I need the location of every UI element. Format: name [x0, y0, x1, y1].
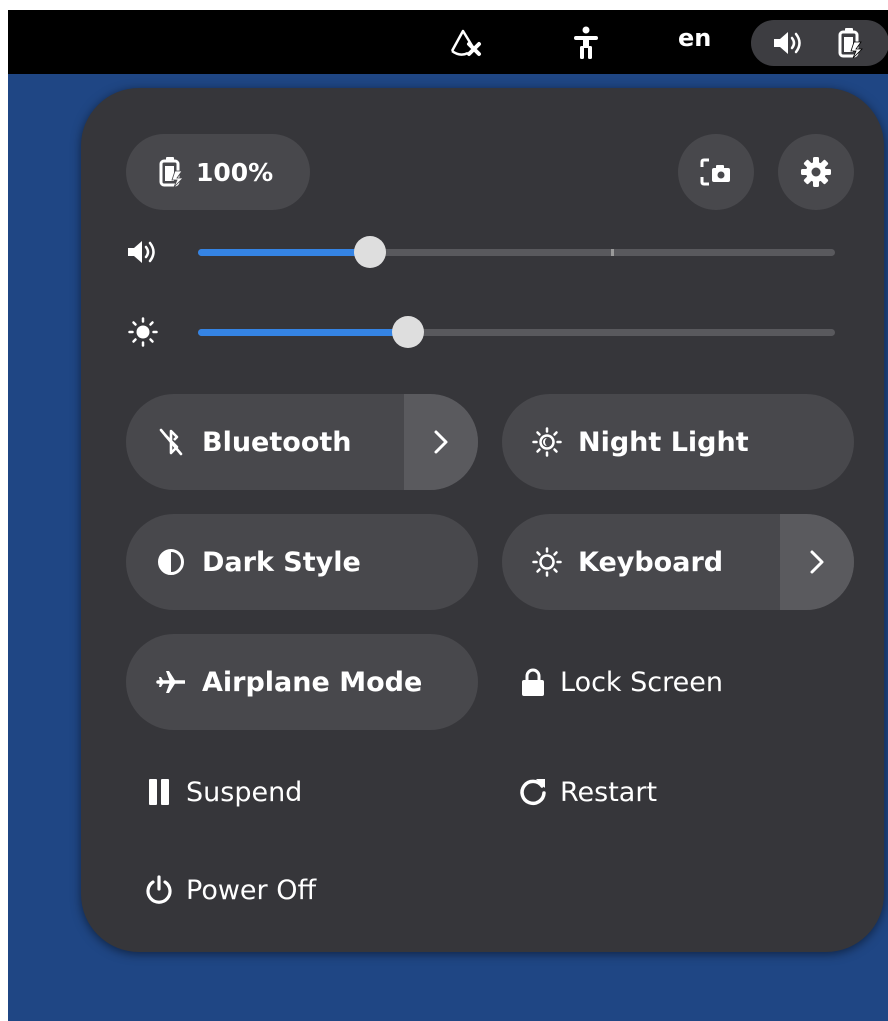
power-icon: [144, 875, 174, 905]
bluetooth-menu-button[interactable]: [404, 394, 478, 490]
chevron-right-icon: [433, 429, 449, 455]
screenshot-button[interactable]: [678, 134, 754, 210]
language-indicator[interactable]: en: [678, 24, 711, 52]
volume-slider[interactable]: [198, 236, 835, 268]
settings-icon: [800, 156, 832, 188]
night-light-toggle[interactable]: Night Light: [502, 394, 854, 490]
bluetooth-label: Bluetooth: [202, 426, 352, 458]
restart-button[interactable]: Restart: [518, 772, 657, 812]
night-light-icon: [532, 427, 562, 457]
battery-status-button[interactable]: 100%: [126, 134, 310, 210]
airplane-mode-toggle[interactable]: Airplane Mode: [126, 634, 478, 730]
keyboard-brightness-icon: [532, 547, 562, 577]
lock-screen-label: Lock Screen: [560, 666, 723, 698]
airplane-icon: [156, 667, 186, 697]
night-light-label: Night Light: [578, 426, 749, 458]
brightness-slider[interactable]: [198, 316, 835, 348]
no-network-icon[interactable]: [446, 26, 484, 60]
settings-button[interactable]: [778, 134, 854, 210]
desktop-background: en 100% Bluetooth Night Light Dark Style…: [8, 10, 888, 1021]
keyboard-label: Keyboard: [578, 546, 724, 578]
system-status-button[interactable]: [751, 20, 888, 66]
power-off-button[interactable]: Power Off: [144, 870, 316, 910]
lock-icon: [518, 667, 548, 697]
bluetooth-disabled-icon: [156, 427, 186, 457]
volume-slider-fill: [198, 249, 370, 256]
accessibility-icon[interactable]: [568, 24, 604, 62]
power-off-label: Power Off: [186, 874, 317, 906]
battery-percentage: 100%: [196, 157, 274, 187]
battery-charging-icon: [158, 156, 184, 188]
lock-screen-button[interactable]: Lock Screen: [518, 662, 723, 702]
bluetooth-toggle[interactable]: Bluetooth: [126, 394, 478, 490]
brightness-slider-fill: [198, 329, 409, 336]
quick-settings-panel: 100% Bluetooth Night Light Dark Style Ke…: [81, 88, 884, 952]
pause-icon: [144, 777, 174, 807]
dark-style-icon: [156, 547, 186, 577]
suspend-button[interactable]: Suspend: [144, 772, 302, 812]
keyboard-menu-button[interactable]: [780, 514, 854, 610]
volume-slider-marker: [611, 249, 614, 256]
restart-label: Restart: [560, 776, 658, 808]
volume-icon: [123, 232, 163, 272]
top-bar: en: [8, 10, 888, 74]
dark-style-toggle[interactable]: Dark Style: [126, 514, 478, 610]
screenshot-icon: [700, 158, 732, 186]
chevron-right-icon: [809, 549, 825, 575]
volume-icon: [771, 28, 807, 58]
restart-icon: [518, 777, 548, 807]
brightness-slider-handle[interactable]: [392, 316, 425, 348]
brightness-icon: [123, 312, 163, 352]
airplane-mode-label: Airplane Mode: [202, 666, 423, 698]
suspend-label: Suspend: [186, 776, 303, 808]
battery-charging-icon: [835, 26, 865, 60]
dark-style-label: Dark Style: [202, 546, 361, 578]
keyboard-toggle[interactable]: Keyboard: [502, 514, 854, 610]
volume-slider-handle[interactable]: [353, 236, 386, 268]
